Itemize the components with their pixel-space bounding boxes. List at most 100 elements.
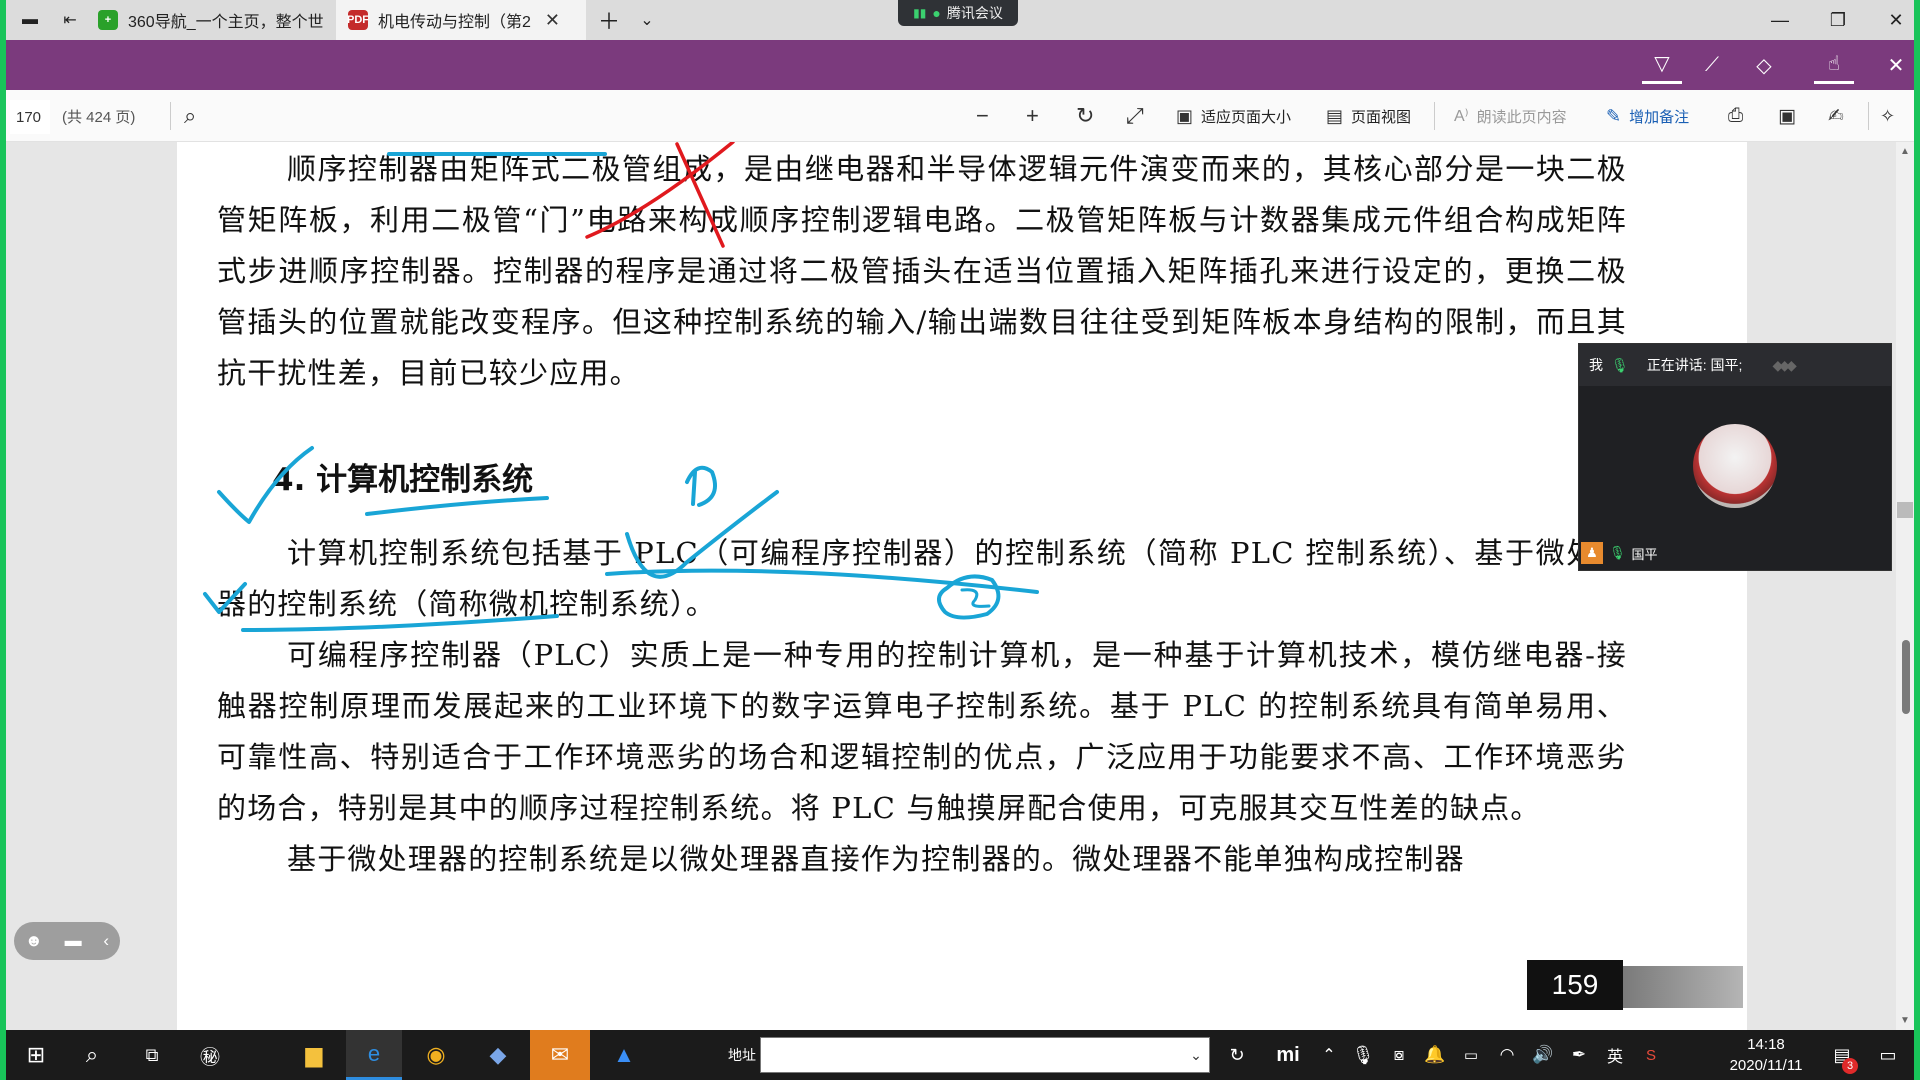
- page-number-input[interactable]: 170: [10, 100, 50, 134]
- address-dropdown-icon[interactable]: ⌄: [1182, 1030, 1210, 1080]
- ime-language-indicator[interactable]: 英: [1600, 1030, 1630, 1080]
- refresh-icon[interactable]: ↻: [1220, 1030, 1254, 1080]
- divider: [1868, 102, 1869, 130]
- divider: [1434, 102, 1435, 130]
- eraser-icon[interactable]: ◇: [1744, 46, 1784, 84]
- battery-icon[interactable]: ▭: [1456, 1030, 1486, 1080]
- pen-tray-icon[interactable]: ✒: [1564, 1030, 1594, 1080]
- new-tab-button[interactable]: ＋: [592, 0, 626, 40]
- participant-avatar: [1693, 424, 1777, 508]
- back-tab-icon[interactable]: ⇤: [52, 0, 88, 40]
- tencent-meeting-icon[interactable]: ▲: [596, 1030, 652, 1080]
- save-as-icon[interactable]: ✍: [1828, 90, 1844, 142]
- volume-icon[interactable]: 🔊: [1528, 1030, 1558, 1080]
- text-pen-icon[interactable]: ⟋: [1692, 46, 1732, 84]
- scroll-up-icon[interactable]: ▲: [1900, 146, 1910, 157]
- windows-taskbar: ⊞ ⌕ ⧉ ㊙ ▆ e ◉ ◆ ✉ ▲ 地址 ⌄ ↻ mi ⌃ 🎙 ⧇ 🔔 ▭ …: [6, 1030, 1914, 1080]
- divider: [170, 102, 171, 130]
- clock-time: 14:18: [1747, 1036, 1785, 1053]
- task-view-icon[interactable]: ⧉: [130, 1030, 174, 1080]
- chevron-down-icon[interactable]: ⌄: [630, 0, 664, 40]
- notification-count-badge: 3: [1842, 1058, 1858, 1074]
- paragraph-plc: 可编程序控制器（PLC）实质上是一种专用的控制计算机，是一种基于计算机技术，模仿…: [217, 638, 1627, 825]
- zoom-in-icon[interactable]: +: [1026, 90, 1039, 142]
- fit-page-label: 适应页面大小: [1201, 108, 1292, 126]
- start-windows-icon[interactable]: ⊞: [14, 1030, 58, 1080]
- tab-label: 360导航_一个主页，整个世: [128, 14, 324, 31]
- address-label: 地址: [728, 1047, 756, 1063]
- scroll-down-icon[interactable]: ▼: [1900, 1015, 1910, 1026]
- edge-browser-icon[interactable]: e: [346, 1030, 402, 1080]
- status-dot-icon: ●: [932, 5, 941, 21]
- chrome-icon[interactable]: ◉: [408, 1030, 464, 1080]
- tab-360-nav[interactable]: + 360导航_一个主页，整个世: [92, 0, 332, 40]
- chevron-up-icon[interactable]: ⌃: [1316, 1030, 1342, 1080]
- emoji-icon[interactable]: ☻: [25, 931, 43, 951]
- bell-icon[interactable]: 🔔: [1420, 1030, 1450, 1080]
- read-aloud-button[interactable]: A⁾ 朗读此页内容: [1454, 90, 1567, 142]
- tab-actions-icon[interactable]: ▬: [12, 0, 48, 40]
- add-notes-button[interactable]: ✎ 增加备注: [1606, 90, 1689, 142]
- meeting-video-panel[interactable]: 我 🎙 正在讲话: 国平; ◆◆◆ ♟ 🎙 国平: [1578, 343, 1892, 571]
- screen: ▬ ⇤ + 360导航_一个主页，整个世 PDF 机电传动与控制（第2 ✕ ＋ …: [0, 0, 1920, 1080]
- pdf-icon: PDF: [347, 10, 369, 30]
- rotate-icon[interactable]: ↻: [1076, 90, 1094, 142]
- page-view-icon: ▤: [1326, 105, 1344, 126]
- close-ink-icon[interactable]: ✕: [1876, 46, 1916, 84]
- paragraph-microprocessor: 基于微处理器的控制系统是以微处理器直接作为控制器的。微处理器不能单独构成控制器: [287, 842, 1465, 876]
- vertical-scrollbar[interactable]: ▲ ▼: [1896, 142, 1914, 1030]
- speaker-avatars-icon: ◆◆◆: [1772, 356, 1796, 373]
- system-clock[interactable]: 14:18 2020/11/11: [1706, 1034, 1826, 1076]
- notes-icon[interactable]: ▤: [1822, 1030, 1862, 1080]
- me-label: 我: [1589, 357, 1603, 373]
- total-pages: (共 424 页): [62, 108, 136, 126]
- sogou-search-icon[interactable]: ㊙: [188, 1030, 232, 1080]
- file-explorer-icon[interactable]: ▆: [286, 1030, 342, 1080]
- minimize-button[interactable]: —: [1752, 0, 1808, 40]
- scrollbar-thumb[interactable]: [1902, 640, 1910, 714]
- 360-logo-icon: +: [98, 10, 118, 30]
- microphone-tray-icon[interactable]: 🎙: [1348, 1030, 1378, 1080]
- restore-button[interactable]: ❐: [1810, 0, 1866, 40]
- search-icon[interactable]: ⌕: [184, 90, 196, 142]
- fit-page-icon: ▣: [1176, 105, 1194, 126]
- keyboard-icon[interactable]: ▬: [65, 931, 82, 951]
- collapse-chevron-icon[interactable]: ‹: [103, 931, 109, 951]
- pen-icon: ✎: [1606, 105, 1622, 126]
- print-icon[interactable]: ⎙: [1728, 90, 1743, 142]
- search-icon[interactable]: ⌕: [70, 1030, 114, 1080]
- mi-logo-icon[interactable]: mi: [1268, 1030, 1308, 1080]
- meeting-label: 腾讯会议: [946, 5, 1003, 21]
- fullscreen-icon[interactable]: ⤢: [1126, 90, 1144, 142]
- participant-name: 国平: [1631, 546, 1658, 562]
- zoom-out-icon[interactable]: −: [976, 90, 989, 142]
- action-center-icon[interactable]: ▭: [1868, 1030, 1908, 1080]
- page-view-button[interactable]: ▤ 页面视图: [1326, 90, 1411, 142]
- close-window-button[interactable]: ✕: [1868, 0, 1920, 40]
- read-aloud-icon: A⁾: [1454, 108, 1469, 125]
- pin-icon[interactable]: ✧: [1880, 90, 1895, 142]
- sogou-ime-icon[interactable]: S: [1636, 1030, 1666, 1080]
- circled-one-stroke: [685, 465, 717, 507]
- fit-page-button[interactable]: ▣ 适应页面大小: [1176, 90, 1291, 142]
- heading-underline-stroke: [365, 496, 549, 516]
- tencent-meeting-app-icon[interactable]: ◆: [470, 1030, 526, 1080]
- floating-tool-pill[interactable]: ☻ ▬ ‹: [14, 922, 120, 960]
- wechat-icon[interactable]: ✉: [530, 1030, 590, 1080]
- address-input[interactable]: [760, 1037, 1210, 1073]
- highlighter-icon[interactable]: ▽: [1642, 46, 1682, 84]
- wifi-icon[interactable]: ◠: [1492, 1030, 1522, 1080]
- screen-share-icon[interactable]: ⧇: [1384, 1030, 1414, 1080]
- read-aloud-label: 朗读此页内容: [1476, 108, 1567, 126]
- meeting-indicator[interactable]: ▮▮ ● 腾讯会议: [898, 0, 1018, 26]
- document-viewport[interactable]: 顺序控制器由矩阵式二极管组成，是由继电器和半导体逻辑元件演变而来的，其核心部分是…: [6, 142, 1914, 1030]
- close-tab-icon[interactable]: ✕: [545, 10, 560, 31]
- pdf-page: 顺序控制器由矩阵式二极管组成，是由继电器和半导体逻辑元件演变而来的，其核心部分是…: [177, 142, 1747, 1030]
- paragraph-sequence-controller: 顺序控制器由矩阵式二极管组成，是由继电器和半导体逻辑元件演变而来的，其核心部分是…: [217, 152, 1627, 390]
- clock-date: 2020/11/11: [1729, 1057, 1803, 1074]
- tab-pdf-document[interactable]: PDF 机电传动与控制（第2 ✕: [336, 0, 586, 40]
- scroll-marker: [1897, 502, 1913, 518]
- tab-label: 机电传动与控制（第2: [378, 14, 531, 31]
- touch-write-icon[interactable]: ☝: [1814, 46, 1854, 84]
- save-icon[interactable]: ▣: [1778, 90, 1796, 142]
